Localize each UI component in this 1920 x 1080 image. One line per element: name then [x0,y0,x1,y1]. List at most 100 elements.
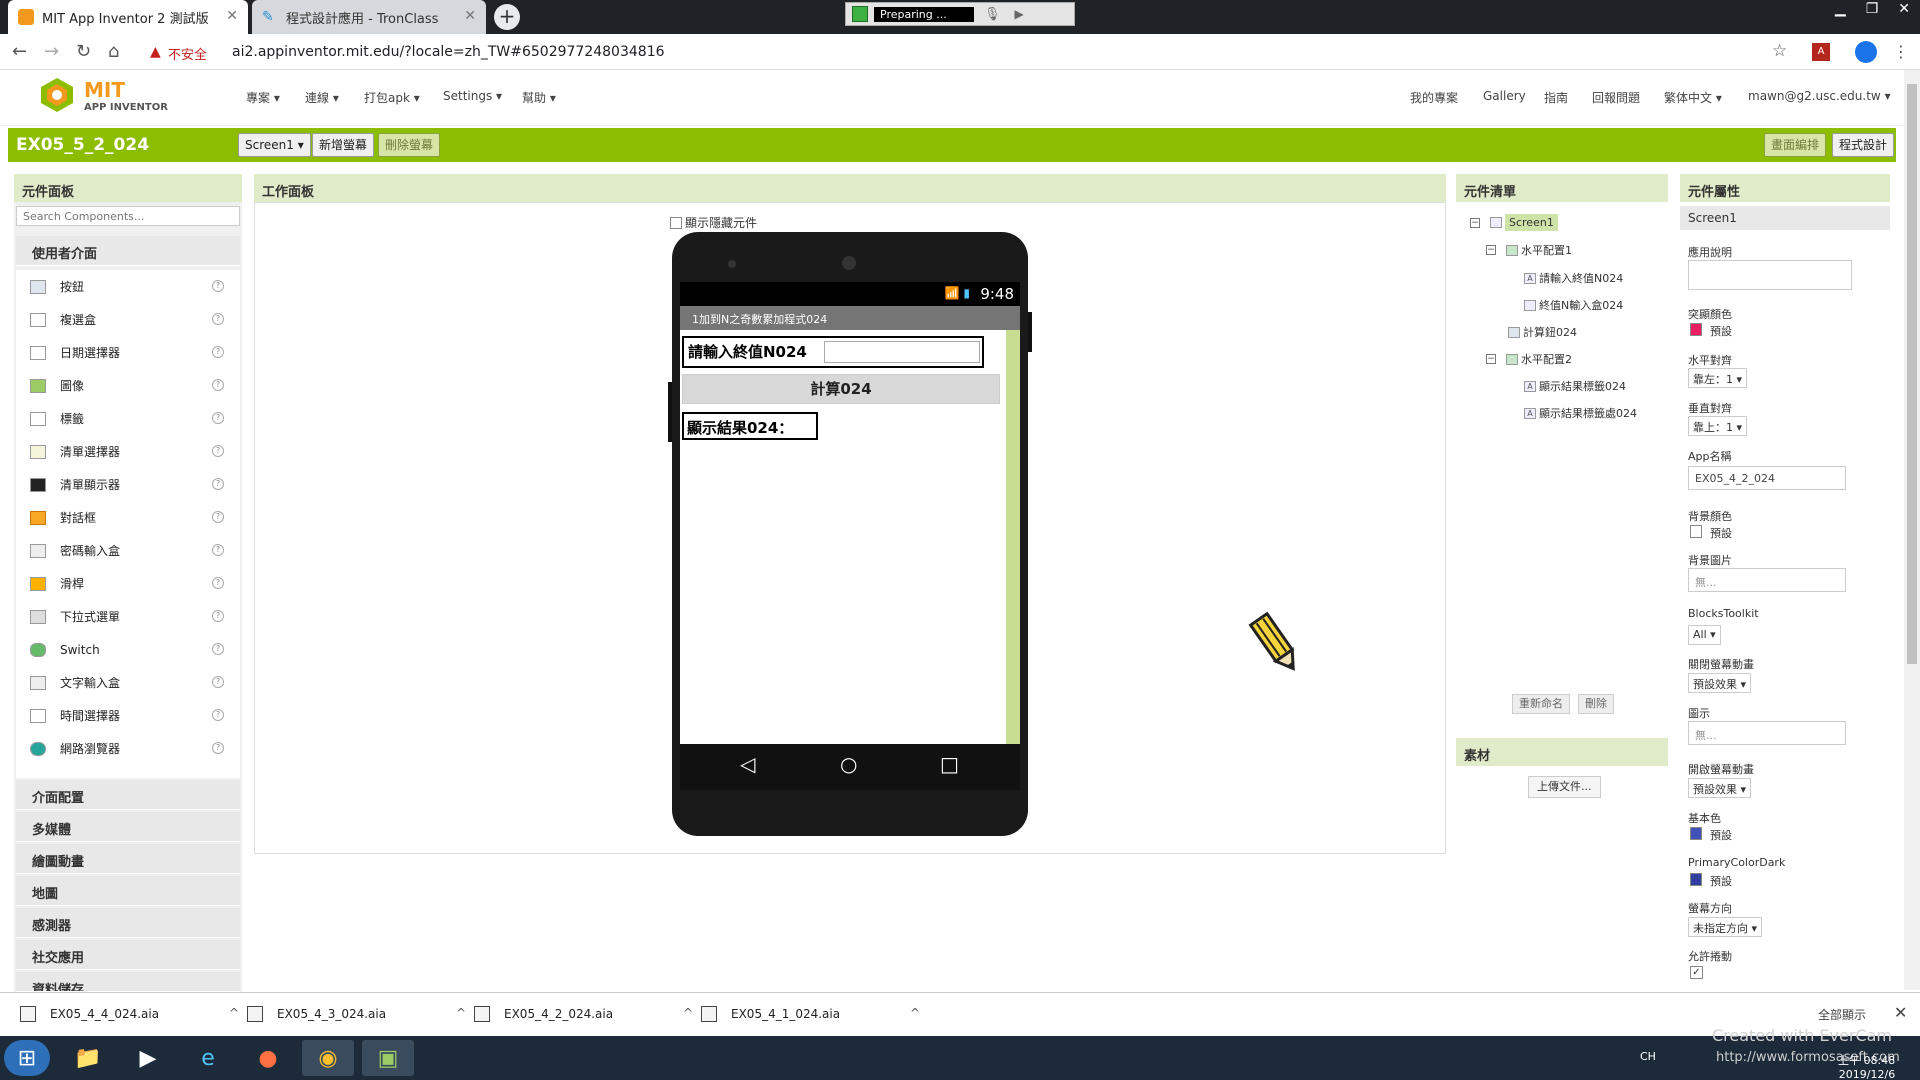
home-icon[interactable]: ⌂ [108,41,119,62]
menu-build[interactable]: 打包apk ▾ [364,89,420,106]
palette-item-checkbox[interactable]: 複選盒? [16,303,240,336]
palette-item-datepicker[interactable]: 日期選擇器? [16,336,240,369]
start-button[interactable]: ⊞ [4,1040,50,1076]
forward-icon[interactable]: → [44,41,59,62]
media-player-icon[interactable]: ▶ [122,1040,174,1076]
search-components-input[interactable] [16,206,240,226]
close-tab-icon[interactable]: ✕ [464,8,476,24]
help-icon[interactable]: ? [212,445,224,457]
chevron-up-icon[interactable]: ^ [229,1006,239,1020]
category-maps[interactable]: 地圖 [16,876,240,906]
help-icon[interactable]: ? [212,412,224,424]
profile-avatar-icon[interactable] [1855,41,1877,63]
delete-button[interactable]: 刪除 [1578,694,1614,714]
palette-item-label[interactable]: 標籤? [16,402,240,435]
close-window-icon[interactable]: ✕ [1898,1,1910,17]
designer-button[interactable]: 畫面編排 [1764,133,1827,157]
category-layout[interactable]: 介面配置 [16,780,240,810]
app-icon[interactable]: ▣ [362,1040,414,1076]
prop-align-h-select[interactable]: 靠左：1 ▾ [1688,368,1748,388]
menu-connect[interactable]: 連線 ▾ [305,89,339,106]
label-result[interactable]: 顯示結果024： [687,417,793,438]
help-icon[interactable]: ? [212,313,224,325]
palette-item-spinner[interactable]: 下拉式選單? [16,600,240,633]
tab-app-inventor[interactable]: MIT App Inventor 2 測試版 ✕ [8,0,248,34]
horizontal-arrangement-2[interactable]: 顯示結果024： [682,412,818,440]
tree-node-hbox1[interactable]: − 水平配置1 [1486,242,1572,258]
url-field[interactable]: ai2.appinventor.mit.edu/?locale=zh_TW#65… [232,44,665,60]
bookmark-star-icon[interactable]: ☆ [1772,41,1787,61]
horizontal-arrangement-1[interactable]: 請輸入終值N024 [682,336,984,368]
prop-orientation-select[interactable]: 未指定方向 ▾ [1688,917,1763,937]
category-drawing[interactable]: 繪圖動畫 [16,844,240,874]
prop-align-v-select[interactable]: 靠上：1 ▾ [1688,416,1748,436]
menu-project[interactable]: 專案 ▾ [246,89,280,106]
prop-bgimage-input[interactable]: 無... [1688,568,1846,592]
browser-menu-icon[interactable]: ⋮ [1893,42,1909,61]
prop-close-anim-select[interactable]: 預設效果 ▾ [1688,673,1752,693]
help-icon[interactable]: ? [212,346,224,358]
category-media[interactable]: 多媒體 [16,812,240,842]
firefox-icon[interactable]: ● [242,1040,294,1076]
scrollbar-thumb[interactable] [1907,84,1917,664]
gallery-link[interactable]: Gallery [1483,89,1526,103]
primary-color-swatch[interactable] [1690,827,1702,840]
show-all-downloads-button[interactable]: 全部顯示 [1818,1006,1866,1023]
menu-help[interactable]: 幫助 ▾ [522,89,556,106]
help-icon[interactable]: ? [212,643,224,655]
show-hidden-checkbox[interactable]: 顯示隱藏元件 [670,214,757,231]
tab-tronclass[interactable]: ✎ 程式設計應用 - TronClass ✕ [252,0,486,34]
input-language[interactable]: CH [1640,1050,1656,1063]
tree-node-screen1[interactable]: − Screen1 [1470,214,1558,231]
collapse-toggle-icon[interactable]: − [1486,354,1496,364]
help-icon[interactable]: ? [212,709,224,721]
prop-appname-input[interactable]: EX05_4_2_024 [1688,466,1846,490]
accent-color-swatch[interactable] [1690,323,1702,336]
chrome-icon[interactable]: ◉ [302,1040,354,1076]
new-tab-button[interactable]: + [494,4,520,30]
close-download-bar-icon[interactable]: ✕ [1894,1003,1907,1022]
rename-button[interactable]: 重新命名 [1512,694,1570,714]
report-issue-link[interactable]: 回報問題 [1592,89,1640,106]
collapse-toggle-icon[interactable]: − [1486,245,1496,255]
calculate-button[interactable]: 計算024 [682,374,1000,404]
help-icon[interactable]: ? [212,544,224,556]
prop-about-textarea[interactable] [1688,260,1852,290]
palette-item-notifier[interactable]: 對話框? [16,501,240,534]
tree-node-hbox2[interactable]: − 水平配置2 [1486,351,1572,367]
help-icon[interactable]: ? [212,280,224,292]
tree-node-label3[interactable]: A 顯示結果標籤處024 [1524,405,1637,421]
help-icon[interactable]: ? [212,676,224,688]
prop-toolkit-select[interactable]: All ▾ [1688,625,1721,645]
palette-item-button[interactable]: 按鈕? [16,270,240,303]
palette-item-listview[interactable]: 清單顯示器? [16,468,240,501]
pdf-extension-icon[interactable]: A [1812,43,1830,61]
collapse-toggle-icon[interactable]: − [1470,217,1480,228]
download-item[interactable]: EX05_4_2_024.aia ^ [474,1006,693,1022]
system-clock[interactable]: 上午 08:48 2019/12/6 [1838,1052,1895,1080]
prop-primary-value[interactable]: 預設 [1710,827,1732,843]
chevron-up-icon[interactable]: ^ [683,1006,693,1020]
category-social[interactable]: 社交應用 [16,940,240,970]
palette-item-listpicker[interactable]: 清單選擇器? [16,435,240,468]
menu-settings[interactable]: Settings ▾ [443,89,502,103]
palette-item-textbox[interactable]: 文字輸入盒? [16,666,240,699]
palette-item-timepicker[interactable]: 時間選擇器? [16,699,240,732]
my-projects-link[interactable]: 我的專案 [1410,89,1458,106]
microphone-icon[interactable]: 🎙 [984,7,1001,22]
account-menu[interactable]: mawn@g2.usc.edu.tw ▾ [1748,89,1891,103]
checkbox-box[interactable] [670,216,682,229]
phone-screen[interactable]: 請輸入終值N024 計算024 顯示結果024： [680,330,1020,744]
download-item[interactable]: EX05_4_1_024.aia ^ [701,1006,920,1022]
tree-node-label2[interactable]: A 顯示結果標籤024 [1524,378,1626,394]
page-scrollbar[interactable] [1904,70,1920,990]
prop-primary-dark-value[interactable]: 預設 [1710,873,1732,889]
restore-icon[interactable]: ❐ [1866,1,1879,17]
primary-dark-color-swatch[interactable] [1690,873,1702,886]
bg-color-swatch[interactable] [1690,525,1702,538]
file-explorer-icon[interactable]: 📁 [62,1040,114,1076]
close-tab-icon[interactable]: ✕ [226,8,238,24]
prop-open-anim-select[interactable]: 預設效果 ▾ [1688,778,1752,798]
chevron-up-icon[interactable]: ^ [456,1006,466,1020]
help-icon[interactable]: ? [212,577,224,589]
